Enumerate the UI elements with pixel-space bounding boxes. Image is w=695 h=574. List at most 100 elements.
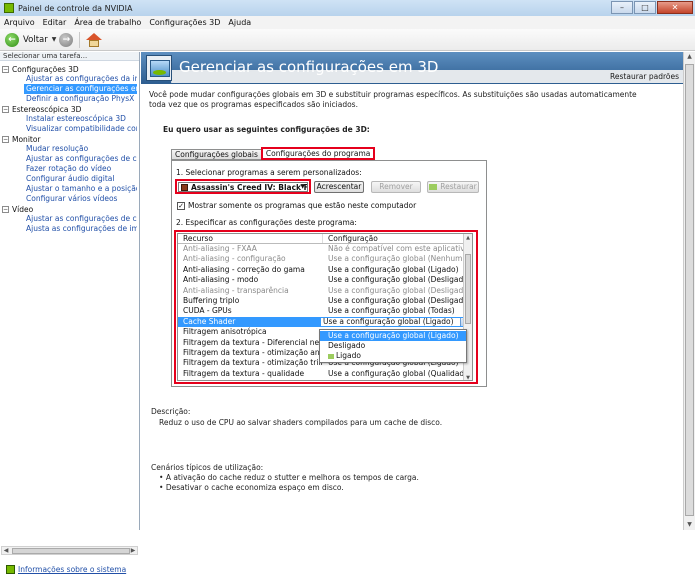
column-header-setting[interactable]: Configuração (323, 234, 378, 243)
toolbar-separator (79, 31, 81, 48)
menu-area-de-trabalho[interactable]: Área de trabalho (74, 18, 141, 27)
dropdown-option-off[interactable]: Desligado (320, 341, 466, 351)
scroll-right-icon[interactable]: ▶ (129, 547, 137, 554)
step1-label: 1. Selecionar programas a serem personal… (176, 168, 362, 177)
scrollbar-thumb[interactable] (685, 64, 694, 516)
sidebar-item-resolucao[interactable]: Mudar resolução (2, 144, 137, 154)
nvidia-app-icon (4, 3, 14, 13)
scroll-left-icon[interactable]: ◀ (2, 547, 10, 554)
sidebar-item-varios-videos[interactable]: Configurar vários vídeos (2, 194, 137, 204)
home-icon[interactable] (86, 32, 103, 47)
sidebar-item-compatibilidade[interactable]: Visualizar compatibilidade com jogos (2, 124, 137, 134)
show-installed-only[interactable]: ✓ Mostrar somente os programas que estão… (177, 201, 416, 210)
column-header-feature[interactable]: Recurso (178, 234, 323, 243)
feature-cell: Buffering triplo (183, 295, 240, 305)
program-select[interactable]: Assassin's Creed IV: Black Flag ... ▼ (178, 182, 308, 192)
tree-category-3d[interactable]: − Configurações 3D (2, 64, 137, 74)
back-button-label[interactable]: Voltar (23, 35, 48, 45)
feature-cell: Anti-aliasing - correção do gama (183, 264, 305, 274)
show-installed-checkbox[interactable]: ✓ (177, 201, 185, 210)
nvidia-info-icon (6, 565, 15, 574)
main-vertical-scrollbar[interactable]: ▲ ▼ (683, 52, 695, 530)
tree-category-estereoscopica[interactable]: − Estereoscópica 3D (2, 104, 137, 114)
sidebar-item-rotacao[interactable]: Fazer rotação do vídeo (2, 164, 137, 174)
cache-shader-select[interactable]: Use a configuração global (Ligado)▼ (320, 316, 470, 327)
window-controls: – □ ✕ (611, 1, 693, 14)
chevron-down-icon[interactable]: ▼ (300, 183, 305, 190)
sidebar-item-audio[interactable]: Configurar áudio digital (2, 174, 137, 184)
maximize-button[interactable]: □ (634, 1, 656, 14)
close-button[interactable]: ✕ (657, 1, 693, 14)
menu-arquivo[interactable]: Arquivo (4, 18, 35, 27)
sidebar-item-cor-area[interactable]: Ajustar as configurações de cor da área … (2, 154, 137, 164)
minimize-button[interactable]: – (611, 1, 633, 14)
menu-configuracoes-3d[interactable]: Configurações 3D (149, 18, 220, 27)
sidebar-horizontal-scrollbar[interactable]: ◀ ▶ (1, 546, 138, 555)
collapse-icon[interactable]: − (2, 135, 9, 143)
system-info-link[interactable]: Informações sobre o sistema (6, 565, 126, 574)
add-program-button[interactable]: Acrescentar (314, 181, 364, 193)
setting-cell: Use a configuração global (Desligado) (328, 285, 471, 295)
step2-label: 2. Especificar as configurações deste pr… (176, 218, 357, 227)
setting-cell: Use a configuração global (Ligado) (328, 264, 459, 274)
remove-program-button[interactable]: Remover (371, 181, 421, 193)
sidebar-item-imagem-video[interactable]: Ajusta as configurações de imagem do víd… (2, 224, 137, 234)
table-row[interactable]: Anti-aliasing - FXAA Não é compatível com… (178, 244, 472, 254)
feature-cell: Filtragem da textura - otimização anisot… (183, 347, 323, 357)
table-row[interactable]: Anti-aliasing - configuração Use a config… (178, 254, 472, 264)
collapse-icon[interactable]: − (2, 65, 9, 73)
menu-ajuda[interactable]: Ajuda (228, 18, 251, 27)
scroll-down-icon[interactable]: ▼ (464, 374, 472, 380)
description-title: Descrição: (151, 407, 191, 416)
setting-cell: Use a configuração global (Qualidade) (328, 368, 472, 378)
show-installed-label: Mostrar somente os programas que estão n… (188, 201, 417, 210)
setting-cell: Use a configuração global (Desligado) (328, 295, 471, 305)
feature-cell: Anti-aliasing - FXAA (183, 244, 257, 253)
tree-category-video[interactable]: − Vídeo (2, 204, 137, 214)
feature-cell: Anti-aliasing - modo (183, 275, 259, 285)
restore-defaults-link[interactable]: Restaurar padrões (610, 72, 679, 81)
feature-cell: Cache Shader (178, 316, 323, 328)
scrollbar-thumb[interactable] (465, 254, 471, 324)
forward-arrow-icon[interactable]: → (59, 32, 74, 47)
back-arrow-icon[interactable]: ← (5, 32, 19, 47)
dropdown-option-global[interactable]: Use a configuração global (Ligado) (320, 331, 466, 341)
sidebar-item-gerenciar-3d[interactable]: Gerenciar as configurações em 3D (24, 84, 137, 94)
feature-cell: Anti-aliasing - transparência (183, 285, 289, 295)
restore-program-button[interactable]: Restaurar (427, 181, 479, 193)
dropdown-option-on[interactable]: Ligado (320, 351, 466, 361)
collapse-icon[interactable]: − (2, 205, 9, 213)
table-row[interactable]: CUDA - GPUs Use a configuração global (To… (178, 306, 472, 316)
settings-tabs: Configurações globais Configurações do p… (171, 147, 376, 160)
scrollbar-thumb[interactable] (12, 548, 130, 554)
sidebar-item-cor-video[interactable]: Ajustar as configurações de cor do vídeo (2, 214, 137, 224)
tree-category-monitor[interactable]: − Monitor (2, 134, 137, 144)
usage-scenarios-list: A ativação do cache reduz o stutter e me… (159, 473, 419, 493)
select-task-label: Selecionar uma tarefa... (0, 52, 139, 61)
table-row[interactable]: Anti-aliasing - transparência Use a confi… (178, 286, 472, 296)
menu-editar[interactable]: Editar (43, 18, 67, 27)
table-row[interactable]: Buffering triplo Use a configuração globa… (178, 296, 472, 306)
table-row[interactable]: Anti-aliasing - correção do gama Use a co… (178, 265, 472, 275)
sidebar-item-physx[interactable]: Definir a configuração PhysX (2, 94, 137, 104)
tab-global-settings[interactable]: Configurações globais (171, 149, 262, 160)
sidebar-item-ajustar-imagem[interactable]: Ajustar as configurações da imagem com v… (2, 74, 137, 84)
scroll-up-icon[interactable]: ▲ (464, 234, 472, 242)
back-dropdown-icon[interactable]: ▼ (52, 36, 57, 43)
program-select-highlight: Assassin's Creed IV: Black Flag ... ▼ (175, 179, 311, 194)
tab-program-settings[interactable]: Configurações do programa (260, 147, 376, 160)
table-row[interactable]: Anti-aliasing - modo Use a configuração g… (178, 275, 472, 285)
scroll-down-icon[interactable]: ▼ (685, 520, 694, 530)
intro-text: Você pode mudar configurações globais em… (149, 90, 637, 109)
page-banner: Restaurar padrões Gerenciar as configura… (141, 52, 695, 84)
menu-bar: Arquivo Editar Área de trabalho Configur… (0, 16, 695, 29)
sidebar-item-tamanho-posicao[interactable]: Ajustar o tamanho e a posição da área de… (2, 184, 137, 194)
scroll-up-icon[interactable]: ▲ (685, 52, 694, 62)
cache-shader-dropdown-list: Use a configuração global (Ligado) Desli… (319, 329, 467, 363)
table-row[interactable]: Filtragem da textura - qualidade Use a co… (178, 369, 472, 379)
sidebar-item-instalar-estereo[interactable]: Instalar estereoscópica 3D (2, 114, 137, 124)
description-text: Reduz o uso de CPU ao salvar shaders com… (159, 418, 443, 427)
collapse-icon[interactable]: − (2, 105, 9, 113)
3d-settings-icon (146, 55, 172, 81)
table-row[interactable]: Cache Shader Use a configuração global (L… (178, 316, 472, 328)
